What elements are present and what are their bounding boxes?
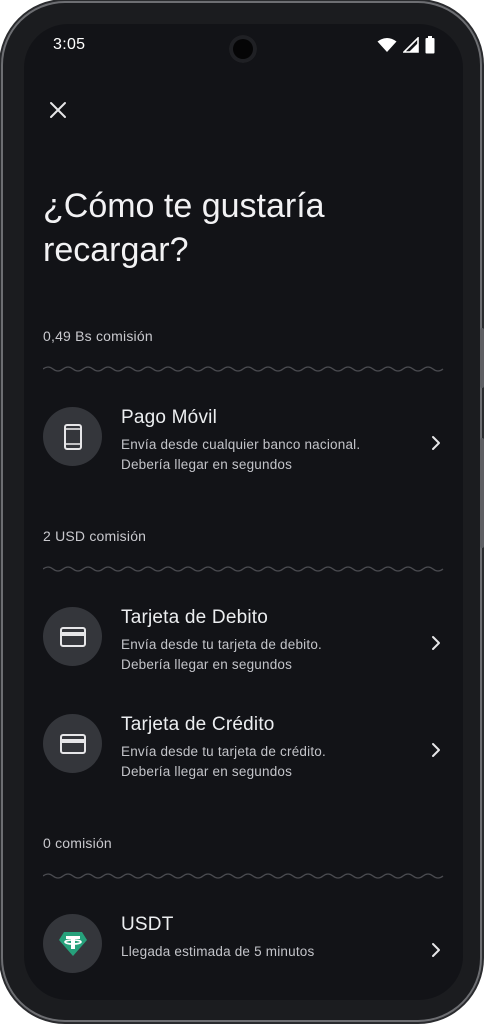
close-icon [50,102,66,118]
option-tarjeta-debito[interactable]: Tarjeta de Debito Envía desde tu tarjeta… [43,605,444,677]
chevron-right-icon [432,636,440,650]
app-screen: 3:05 ¿Cómo te gustaría recargar? 0,49 Bs… [24,24,463,1000]
tether-usdt-icon [58,931,87,956]
option-description-line: Debería llegar en segundos [121,657,293,672]
option-description-line: Envía desde cualquier banco nacional. [121,437,361,452]
option-description: Llegada estimada de 5 minutos [121,942,314,962]
section-label-card-fee: 2 USD comisión [43,528,147,544]
option-title: USDT [121,914,174,935]
option-tarjeta-credito[interactable]: Tarjeta de Crédito Envía desde tu tarjet… [43,712,444,784]
smartphone-icon [63,423,82,450]
credit-card-icon [59,626,86,647]
battery-icon [425,36,435,54]
chevron-right-icon [432,943,440,957]
status-icons [377,36,435,54]
option-title: Tarjeta de Debito [121,607,269,628]
usdt-icon-circle [43,914,102,973]
debit-card-icon-circle [43,607,102,666]
option-title: Tarjeta de Crédito [121,714,275,735]
option-description-line: Debería llegar en segundos [121,457,293,472]
option-description: Envía desde cualquier banco nacional. De… [121,435,360,475]
status-bar: 3:05 [24,24,463,72]
wavy-divider [43,873,444,879]
front-camera [229,35,257,63]
chevron-right-icon [432,436,440,450]
phone-frame: 3:05 ¿Cómo te gustaría recargar? 0,49 Bs… [3,3,484,1020]
option-description-line: Llegada estimada de 5 minutos [121,944,315,959]
close-button[interactable] [44,96,72,124]
section-label-usdt-fee: 0 comisión [43,835,112,851]
pago-movil-icon-circle [43,407,102,466]
section-label-pago-movil-fee: 0,49 Bs comisión [43,328,153,344]
wavy-divider [43,566,444,572]
option-description-line: Envía desde tu tarjeta de crédito. [121,744,326,759]
signal-icon [403,37,419,53]
option-description-line: Debería llegar en segundos [121,764,293,779]
option-description-line: Envía desde tu tarjeta de debito. [121,637,322,652]
wavy-divider [43,366,444,372]
option-usdt[interactable]: USDT Llegada estimada de 5 minutos [43,912,444,984]
page-title: ¿Cómo te gustaría recargar? [43,187,325,269]
option-description: Envía desde tu tarjeta de crédito. Deber… [121,742,326,782]
option-title: Pago Móvil [121,407,217,428]
power-button [480,438,484,548]
option-description: Envía desde tu tarjeta de debito. Deberí… [121,635,322,675]
volume-button [480,328,484,388]
status-time: 3:05 [53,36,86,53]
credit-card-icon-circle [43,714,102,773]
chevron-right-icon [432,743,440,757]
credit-card-icon [59,733,86,754]
option-pago-movil[interactable]: Pago Móvil Envía desde cualquier banco n… [43,405,444,477]
wifi-icon [377,38,397,52]
